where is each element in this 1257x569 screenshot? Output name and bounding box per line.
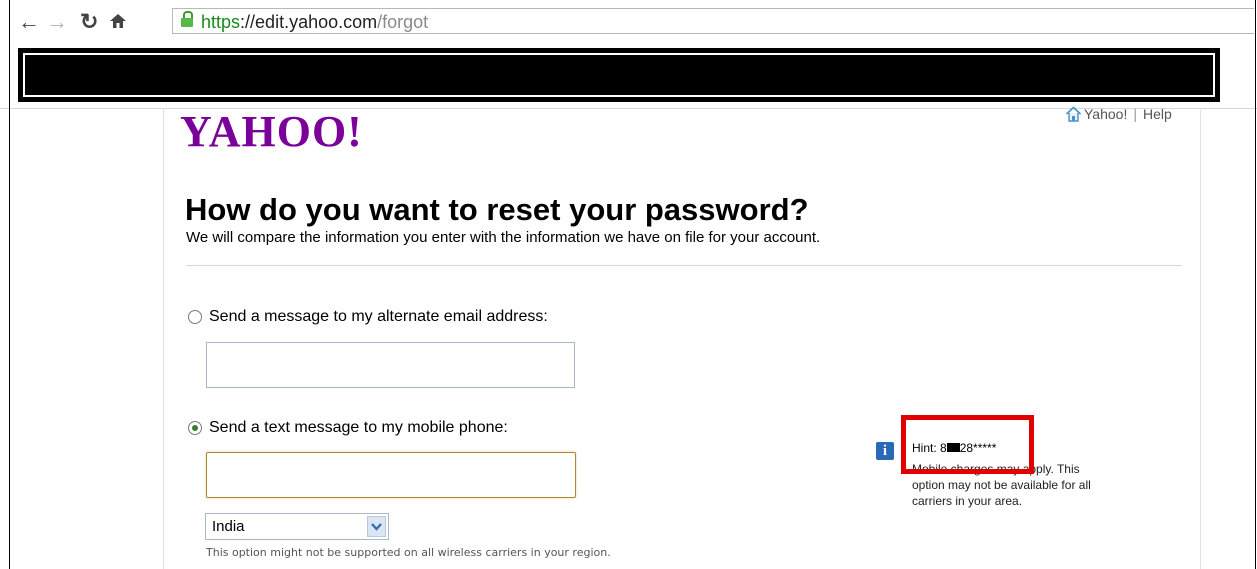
page-frame-left (9, 0, 10, 569)
alternate-email-label[interactable]: Send a message to my alternate email add… (209, 307, 548, 327)
home-icon[interactable] (108, 11, 128, 35)
top-links: Yahoo! | Help (1065, 106, 1172, 125)
content-column-border-right (1200, 108, 1201, 569)
country-select-value: India (212, 518, 245, 535)
page-frame-right (1255, 0, 1256, 569)
url-text: https://edit.yahoo.com/forgot (201, 12, 428, 32)
chevron-down-icon[interactable] (367, 516, 386, 537)
url-path: /forgot (377, 12, 429, 32)
alternate-email-input[interactable] (206, 342, 575, 388)
bookmarks-bar-redacted (18, 48, 1220, 102)
yahoo-home-link[interactable]: Yahoo! (1084, 106, 1127, 122)
url-separator: :// (240, 12, 256, 32)
info-icon: i (876, 442, 894, 460)
page-title: How do you want to reset your password? (185, 192, 809, 227)
secure-lock-icon (181, 11, 193, 27)
carrier-note: This option might not be supported on al… (206, 546, 611, 559)
browser-toolbar: ← → ↻ https://edit.yahoo.com/forgot (0, 0, 1257, 109)
mobile-phone-input[interactable] (206, 452, 576, 498)
reload-icon[interactable]: ↻ (80, 11, 98, 33)
link-separator: | (1133, 106, 1137, 122)
hint-highlight-annotation (901, 415, 1034, 474)
url-scheme: https (201, 12, 241, 32)
radio-mobile-phone[interactable] (188, 421, 202, 435)
content-column-border-left (163, 108, 164, 569)
help-link[interactable]: Help (1143, 106, 1172, 122)
section-divider (186, 265, 1182, 266)
country-select[interactable]: India (205, 513, 389, 540)
house-icon[interactable] (1065, 106, 1082, 125)
page-subtitle: We will compare the information you ente… (186, 229, 821, 246)
forward-arrow-icon[interactable]: → (46, 11, 68, 33)
url-host: edit.yahoo.com (255, 12, 378, 32)
mobile-phone-label[interactable]: Send a text message to my mobile phone: (209, 418, 508, 438)
back-arrow-icon[interactable]: ← (18, 11, 40, 33)
yahoo-logo[interactable]: YAHOO! (180, 108, 363, 156)
radio-alternate-email[interactable] (188, 310, 202, 324)
address-bar[interactable]: https://edit.yahoo.com/forgot (172, 8, 1254, 34)
